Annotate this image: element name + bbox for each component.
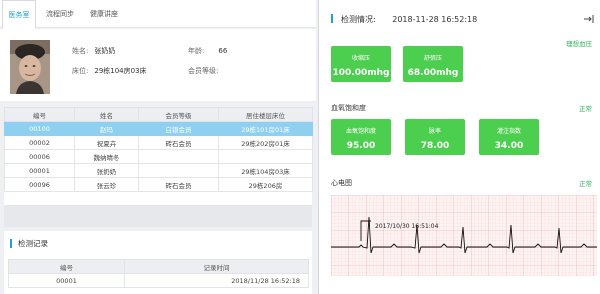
spo2-card: 血氧饱和度 95.00 bbox=[331, 119, 391, 155]
column-header-record-time: 记录时间 bbox=[124, 259, 309, 274]
records-title: 检测记录 bbox=[10, 239, 48, 248]
name-label: 姓名: bbox=[72, 47, 89, 55]
table-row[interactable]: 00096 张云珍 砖石会员 29栋206房 bbox=[4, 177, 313, 192]
table-empty-area bbox=[4, 205, 312, 227]
column-header-record-id: 编号 bbox=[8, 259, 125, 274]
records-table: 编号 记录时间 00001 2018/11/28 16:52:18 bbox=[8, 259, 309, 288]
systolic-card: 收缩压 100.00mhg bbox=[331, 46, 391, 82]
table-row[interactable]: 00100 赵玛 白银会员 29栋101房01床 bbox=[4, 121, 313, 136]
pulse-rate-card: 脉率 78.00 bbox=[405, 119, 465, 155]
exit-icon[interactable] bbox=[584, 15, 594, 23]
name-value: 张奶奶 bbox=[94, 47, 116, 55]
age-value: 66 bbox=[218, 47, 228, 55]
tab-clinic[interactable]: 医务室 bbox=[2, 0, 36, 29]
detection-datetime: 2018-11-28 16:52:18 bbox=[392, 15, 478, 24]
member-table-header: 编号 姓名 会员等级 居住楼层床位 bbox=[4, 107, 313, 122]
cell-name: 祝夏卉 bbox=[74, 135, 139, 150]
cell-id: 00002 bbox=[4, 135, 75, 150]
section-accent-bar bbox=[331, 14, 333, 23]
cell-name: 张奶奶 bbox=[74, 163, 139, 178]
systolic-label: 收缩压 bbox=[351, 55, 370, 62]
cell-name: 魏纳晴冬 bbox=[74, 149, 139, 164]
tab-process-sync[interactable]: 流程同步 bbox=[40, 0, 80, 28]
cell-bed: 29栋206房 bbox=[218, 177, 313, 192]
age-label: 年龄: bbox=[188, 47, 205, 55]
cell-name: 张云珍 bbox=[74, 177, 139, 192]
cell-level: 砖石会员 bbox=[138, 135, 219, 150]
tab-bar: 医务室 流程同步 健康讲座 bbox=[0, 0, 316, 29]
bp-status: 理想血压 bbox=[566, 40, 592, 48]
oxygen-status: 正常 bbox=[579, 105, 592, 113]
cell-record-time: 2018/11/28 16:52:18 bbox=[124, 273, 309, 288]
pulse-rate-value: 78.00 bbox=[420, 141, 450, 151]
column-header-id: 编号 bbox=[4, 107, 75, 122]
diastolic-value: 68.00mhg bbox=[407, 68, 459, 78]
diastolic-label: 舒張压 bbox=[423, 55, 442, 62]
ecg-chart: 2017/10/30 16:51:04 bbox=[331, 195, 597, 276]
table-row[interactable]: 00001 张奶奶 29栋104房03床 bbox=[4, 163, 313, 178]
patient-member-row: 会员等级: bbox=[188, 66, 224, 76]
patient-name-row: 姓名: 张奶奶 bbox=[72, 46, 115, 56]
records-table-header: 编号 记录时间 bbox=[8, 259, 309, 274]
column-header-bed: 居住楼层床位 bbox=[218, 107, 313, 122]
cell-id: 00006 bbox=[4, 149, 75, 164]
cell-level: 砖石会员 bbox=[138, 177, 219, 192]
cell-bed: 29栋104房03床 bbox=[218, 163, 313, 178]
perfusion-index-value: 34.00 bbox=[494, 141, 524, 151]
member-label: 会员等级: bbox=[188, 67, 219, 75]
patient-card: 姓名: 张奶奶 年龄: 66 床位: 29栋104房03床 会员等级: bbox=[0, 29, 316, 101]
patient-bed-row: 床位: 29栋104房03床 bbox=[72, 66, 147, 76]
table-row[interactable]: 00002 祝夏卉 砖石会员 29栋202房01床 bbox=[4, 135, 313, 150]
detection-header: 检测情况: 2018-11-28 16:52:18 bbox=[331, 14, 477, 25]
ecg-timestamp: 2017/10/30 16:51:04 bbox=[375, 223, 439, 230]
cell-level bbox=[138, 149, 219, 164]
left-panel: 医务室 流程同步 健康讲座 姓名: 张奶奶 年龄: 66 床位: 29栋104房03床 bbox=[0, 0, 316, 294]
detection-title: 检测情况: bbox=[341, 15, 376, 24]
table-row[interactable]: 00006 魏纳晴冬 bbox=[4, 149, 313, 164]
right-panel: 检测情况: 2018-11-28 16:52:18 理想血压 收缩压 100.0… bbox=[318, 0, 600, 294]
cell-bed: 29栋101房01床 bbox=[218, 121, 313, 136]
cell-record-id: 00001 bbox=[8, 273, 125, 288]
member-table-box: 编号 姓名 会员等级 居住楼层床位 00100 赵玛 白银会员 29栋101房0… bbox=[4, 107, 313, 227]
systolic-value: 100.00mhg bbox=[332, 68, 390, 78]
cell-level bbox=[138, 163, 219, 178]
cell-id: 00001 bbox=[4, 163, 75, 178]
column-header-level: 会员等级 bbox=[138, 107, 219, 122]
ecg-section-label: 心电图 bbox=[331, 179, 352, 187]
bed-value: 29栋104房03床 bbox=[94, 67, 147, 75]
cell-bed: 29栋202房01床 bbox=[218, 135, 313, 150]
cell-id: 00100 bbox=[4, 121, 75, 136]
elderly-portrait-image bbox=[10, 40, 50, 94]
cell-id: 00096 bbox=[4, 177, 75, 192]
records-section: 检测记录 编号 记录时间 00001 2018/11/28 16:52:18 bbox=[4, 231, 312, 294]
tab-health-lecture[interactable]: 健康讲座 bbox=[84, 0, 124, 28]
spo2-label: 血氧饱和度 bbox=[345, 128, 376, 135]
cell-bed bbox=[218, 149, 313, 164]
ecg-status: 正常 bbox=[579, 180, 592, 188]
diastolic-card: 舒張压 68.00mhg bbox=[403, 46, 463, 82]
cell-name: 赵玛 bbox=[74, 121, 139, 136]
bottom-bar bbox=[319, 285, 600, 294]
column-header-name: 姓名 bbox=[74, 107, 139, 122]
table-row[interactable]: 00001 2018/11/28 16:52:18 bbox=[8, 273, 309, 288]
member-table: 编号 姓名 会员等级 居住楼层床位 00100 赵玛 白银会员 29栋101房0… bbox=[4, 107, 313, 192]
patient-age-row: 年龄: 66 bbox=[188, 46, 227, 56]
perfusion-index-card: 灌注指数 34.00 bbox=[479, 119, 539, 155]
perfusion-index-label: 灌注指数 bbox=[496, 128, 521, 135]
pulse-rate-label: 脉率 bbox=[428, 128, 441, 135]
patient-photo bbox=[10, 40, 50, 94]
bed-label: 床位: bbox=[72, 67, 89, 75]
cell-level: 白银会员 bbox=[138, 121, 219, 136]
oxygen-section-label: 血氧饱和度 bbox=[331, 104, 366, 112]
spo2-value: 95.00 bbox=[346, 141, 376, 151]
